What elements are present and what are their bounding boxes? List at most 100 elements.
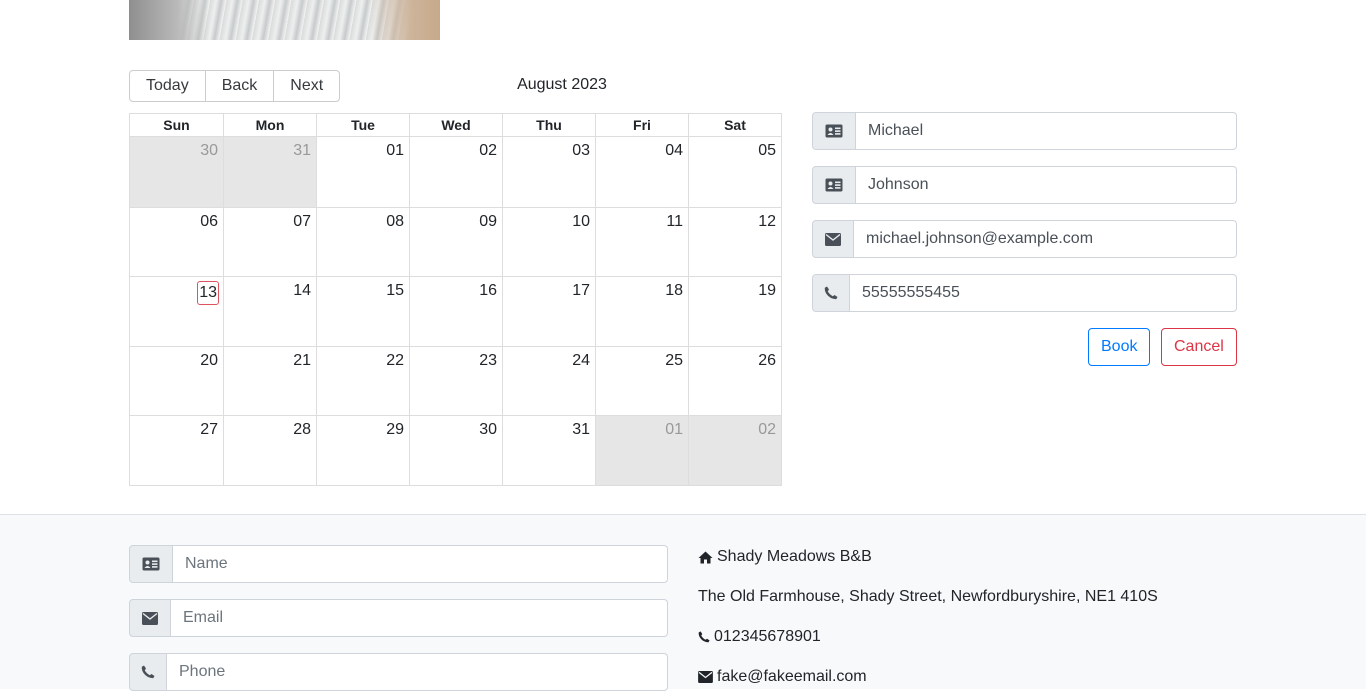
contact-email-group (129, 599, 668, 637)
day-number: 12 (758, 212, 776, 230)
contact-name-group (129, 545, 668, 583)
back-button[interactable]: Back (204, 70, 275, 102)
footer: Shady Meadows B&B The Old Farmhouse, Sha… (0, 514, 1366, 691)
calendar-day-off-range[interactable]: 01 (595, 416, 688, 485)
calendar-week: 20 21 22 23 24 25 26 (130, 345, 781, 416)
home-icon (698, 551, 717, 564)
day-number: 23 (479, 351, 497, 369)
email-input[interactable] (854, 220, 1237, 258)
id-card-icon (129, 545, 173, 583)
day-number: 29 (386, 421, 404, 439)
day-number: 28 (293, 421, 311, 439)
phone-input[interactable] (850, 274, 1237, 312)
contact-phone: 012345678901 (698, 628, 821, 646)
day-number: 16 (479, 282, 497, 300)
calendar-day[interactable]: 04 (595, 137, 688, 207)
calendar-day-off-range[interactable]: 30 (130, 137, 223, 207)
calendar-day[interactable]: 02 (409, 137, 502, 207)
phone-icon (129, 653, 167, 691)
day-number: 07 (293, 212, 311, 230)
day-number: 05 (758, 142, 776, 159)
calendar-day[interactable]: 29 (316, 416, 409, 485)
day-number: 31 (572, 421, 590, 439)
calendar-day-off-range[interactable]: 02 (688, 416, 781, 485)
calendar-day[interactable]: 01 (316, 137, 409, 207)
id-card-icon (812, 112, 856, 150)
day-number: 01 (665, 421, 683, 439)
weekday-header: Mon (223, 114, 316, 136)
calendar-week: 30 31 01 02 03 04 05 (130, 137, 781, 207)
month-label: August 2023 (517, 76, 607, 93)
calendar-week: 13 14 15 16 17 18 19 (130, 276, 781, 346)
calendar-day[interactable]: 11 (595, 207, 688, 277)
day-number: 21 (293, 351, 311, 369)
calendar-day[interactable]: 12 (688, 207, 781, 277)
lastname-group (812, 166, 1237, 204)
calendar-day[interactable]: 31 (502, 416, 595, 485)
contact-email-input[interactable] (171, 599, 668, 637)
weekday-header: Fri (595, 114, 688, 136)
calendar-day[interactable]: 19 (688, 277, 781, 346)
calendar-day[interactable]: 15 (316, 277, 409, 346)
calendar-day[interactable]: 08 (316, 207, 409, 277)
cancel-button[interactable]: Cancel (1161, 328, 1237, 366)
calendar-day[interactable]: 16 (409, 277, 502, 346)
calendar-day[interactable]: 05 (688, 137, 781, 207)
day-number: 30 (479, 421, 497, 439)
lastname-input[interactable] (856, 166, 1237, 204)
calendar-day[interactable]: 30 (409, 416, 502, 485)
calendar-day[interactable]: 14 (223, 277, 316, 346)
day-number: 18 (665, 282, 683, 300)
day-number: 27 (200, 421, 218, 439)
calendar-day[interactable]: 25 (595, 346, 688, 416)
id-card-icon (812, 166, 856, 204)
calendar-day[interactable]: 07 (223, 207, 316, 277)
day-number: 31 (293, 142, 311, 159)
envelope-icon (698, 671, 717, 683)
calendar-day[interactable]: 27 (130, 416, 223, 485)
contact-phone-input[interactable] (167, 653, 668, 691)
today-button[interactable]: Today (129, 70, 206, 102)
next-button[interactable]: Next (273, 70, 341, 102)
calendar-day[interactable]: 24 (502, 346, 595, 416)
day-number: 08 (386, 212, 404, 230)
calendar-day[interactable]: 23 (409, 346, 502, 416)
contact-business-name: Shady Meadows B&B (698, 548, 872, 566)
contact-phone-group (129, 653, 668, 691)
calendar-day[interactable]: 09 (409, 207, 502, 277)
day-number: 20 (200, 351, 218, 369)
book-button[interactable]: Book (1088, 328, 1151, 366)
day-number: 10 (572, 212, 590, 230)
calendar-day[interactable]: 18 (595, 277, 688, 346)
calendar-day[interactable]: 22 (316, 346, 409, 416)
email-group (812, 220, 1237, 258)
envelope-icon (129, 599, 171, 637)
day-number: 03 (572, 142, 590, 159)
calendar-day[interactable]: 06 (130, 208, 223, 277)
weekday-header: Tue (316, 114, 409, 136)
calendar-day[interactable]: 03 (502, 137, 595, 207)
firstname-input[interactable] (856, 112, 1237, 150)
envelope-icon (812, 220, 854, 258)
day-number: 13 (197, 281, 219, 306)
phone-group (812, 274, 1237, 312)
contact-email: fake@fakeemail.com (698, 668, 867, 686)
calendar-day[interactable]: 26 (688, 346, 781, 416)
calendar-day[interactable]: 10 (502, 207, 595, 277)
calendar-day[interactable]: 17 (502, 277, 595, 346)
firstname-group (812, 112, 1237, 150)
email-text: fake@fakeemail.com (717, 668, 867, 685)
day-number: 09 (479, 212, 497, 230)
phone-icon (812, 274, 850, 312)
weekday-header: Sat (688, 114, 781, 136)
calendar-week: 27 28 29 30 31 01 02 (130, 415, 781, 485)
calendar-day[interactable]: 20 (130, 347, 223, 416)
day-number: 02 (479, 142, 497, 159)
day-number: 22 (386, 351, 404, 369)
calendar-day[interactable]: 28 (223, 416, 316, 485)
calendar-day[interactable]: 21 (223, 346, 316, 416)
calendar-day-today[interactable]: 13 (130, 277, 223, 346)
calendar-toolbar: Today Back Next (129, 70, 341, 102)
calendar-day-off-range[interactable]: 31 (223, 137, 316, 207)
contact-name-input[interactable] (173, 545, 668, 583)
